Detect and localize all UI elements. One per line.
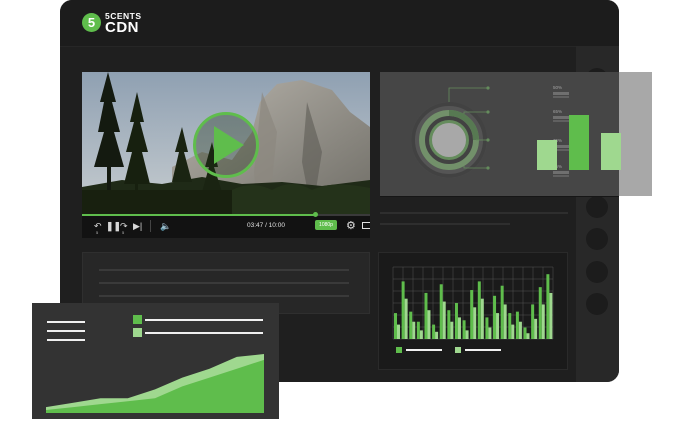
bar xyxy=(488,327,492,339)
legend-swatch xyxy=(133,315,142,324)
bar xyxy=(432,324,436,339)
legend-swatch xyxy=(396,347,402,353)
quality-badge[interactable]: 1080p xyxy=(315,220,337,230)
legend-line xyxy=(145,332,263,334)
bar xyxy=(424,292,428,339)
bar xyxy=(503,304,507,339)
bar xyxy=(537,140,557,170)
logo-badge: 5 xyxy=(82,13,101,32)
bar xyxy=(549,292,553,339)
placeholder-line xyxy=(99,295,349,297)
legend-swatch xyxy=(455,347,461,353)
bar xyxy=(454,303,458,339)
bar xyxy=(485,317,489,339)
bar xyxy=(500,285,504,339)
sidebar-dot[interactable] xyxy=(586,228,608,250)
pause-icon[interactable]: ❚❚ xyxy=(106,221,121,231)
bar xyxy=(526,333,530,339)
sidebar-dot[interactable] xyxy=(586,293,608,315)
forward-seconds: 5 xyxy=(122,230,125,235)
bar xyxy=(427,310,431,339)
sidebar-dot[interactable] xyxy=(586,261,608,283)
rewind-seconds: 5 xyxy=(96,230,99,235)
bar xyxy=(447,310,451,339)
legend-swatch xyxy=(133,328,142,337)
bar xyxy=(534,318,538,339)
progress-fill xyxy=(82,214,316,216)
bar xyxy=(518,321,522,339)
placeholder-line xyxy=(99,269,349,271)
menu-line xyxy=(47,330,85,332)
sidebar-dot[interactable] xyxy=(586,196,608,218)
overlay-panel xyxy=(380,72,652,196)
placeholder-line xyxy=(380,212,568,214)
play-icon xyxy=(214,126,244,164)
placeholder-line xyxy=(99,282,349,284)
bar xyxy=(493,295,497,339)
bar xyxy=(439,284,443,339)
bar xyxy=(569,115,589,170)
bar-chart-panel xyxy=(378,252,568,370)
legend-line xyxy=(465,349,501,351)
bar xyxy=(465,330,469,339)
placeholder-line xyxy=(380,223,510,225)
bar xyxy=(480,298,484,339)
divider xyxy=(150,220,151,232)
bar xyxy=(477,281,481,339)
bar xyxy=(416,321,420,339)
bar xyxy=(401,281,405,339)
bar xyxy=(404,298,408,339)
bar xyxy=(419,330,423,339)
next-icon[interactable]: ▶| xyxy=(133,221,142,231)
bar xyxy=(457,317,461,339)
fullscreen-icon[interactable] xyxy=(362,222,370,229)
bar xyxy=(538,287,542,339)
bar-chart xyxy=(392,266,554,340)
menu-line xyxy=(47,321,85,323)
bar xyxy=(394,313,397,339)
video-player[interactable]: ↶ 5 ❚❚ ↷ 5 ▶| 🔈 03:47 / 10:00 1080p ⚙ xyxy=(82,72,370,238)
bar xyxy=(473,307,477,339)
overlay-bar-chart xyxy=(537,115,621,170)
top-bar xyxy=(60,0,619,47)
area-chart xyxy=(46,354,264,413)
bar xyxy=(601,133,621,170)
bar xyxy=(508,313,512,339)
bar xyxy=(541,304,545,339)
bar xyxy=(397,324,400,339)
bar xyxy=(442,301,446,339)
bar xyxy=(511,324,515,339)
settings-icon[interactable]: ⚙ xyxy=(346,219,356,232)
player-controls: ↶ 5 ❚❚ ↷ 5 ▶| 🔈 03:47 / 10:00 1080p ⚙ xyxy=(82,212,370,238)
menu-line xyxy=(47,339,85,341)
bar xyxy=(409,311,413,339)
bar xyxy=(523,327,527,339)
summary-card xyxy=(32,303,279,419)
time-display: 03:47 / 10:00 xyxy=(247,222,285,229)
bar xyxy=(546,274,550,339)
bar xyxy=(435,331,439,339)
bar xyxy=(470,290,474,339)
bar xyxy=(531,304,535,339)
bar xyxy=(412,321,416,339)
legend-line xyxy=(406,349,442,351)
bar xyxy=(496,313,500,339)
bar xyxy=(515,311,519,339)
progress-handle[interactable] xyxy=(313,212,319,217)
legend-line xyxy=(145,319,263,321)
bar xyxy=(462,320,466,339)
bar xyxy=(450,321,454,339)
volume-icon[interactable]: 🔈 xyxy=(160,221,171,231)
logo-name-bottom: CDN xyxy=(105,19,139,36)
